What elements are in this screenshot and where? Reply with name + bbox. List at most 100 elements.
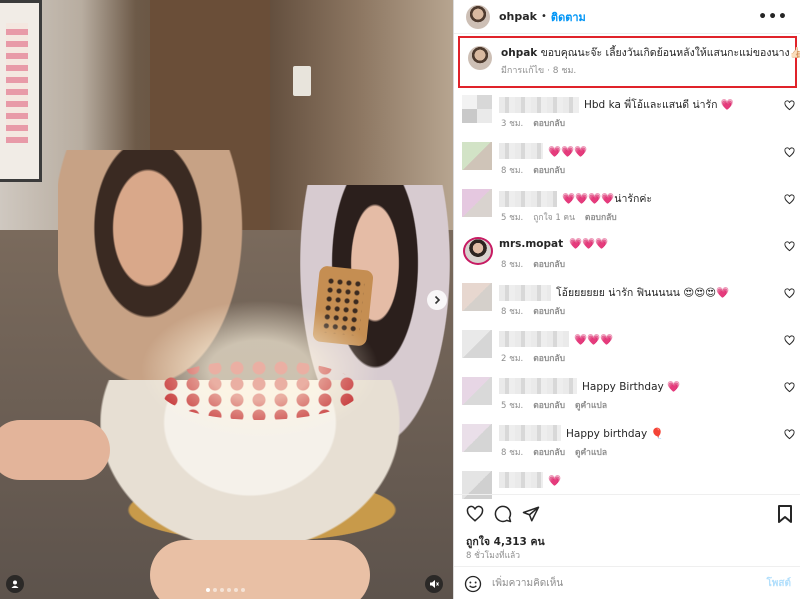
caption-edited: มีการแก้ไข [501,66,545,76]
reply-button[interactable]: ตอบกลับ [533,398,565,412]
comment-text-row: 💗💗💗 [499,331,613,347]
comment-like-icon[interactable] [784,194,795,205]
blurred-username[interactable] [499,472,543,488]
comment-avatar[interactable] [462,189,492,217]
comment-like-icon[interactable] [784,382,795,393]
comment-text: Happy birthday 🎈 [566,427,664,440]
share-icon[interactable] [522,505,540,523]
save-icon[interactable] [777,505,793,523]
comment-avatar[interactable] [462,142,492,170]
photo-hand-bottom [150,540,370,599]
comment-like-icon[interactable] [784,335,795,346]
comment-time: 8 ชม. [501,260,524,270]
blurred-username[interactable] [499,331,569,347]
reply-button[interactable]: ตอบกลับ [533,257,565,271]
comment-meta: 8 ชม. ตอบกลับ ดูคำแปล [501,445,607,459]
comment-username[interactable]: mrs.mopat [499,238,563,250]
comment-likes[interactable]: ถูกใจ 1 คน [533,210,575,224]
caption-username[interactable]: ohpak [501,47,537,59]
comment-like-icon[interactable] [784,429,795,440]
reply-button[interactable]: ตอบกลับ [585,210,617,224]
comment-meta: 5 ชม. ถูกใจ 1 คน ตอบกลับ [501,210,617,224]
comment-time: 5 ชม. [501,213,524,223]
blurred-username[interactable] [499,284,551,301]
reply-button[interactable]: ตอบกลับ [533,351,565,365]
reply-button[interactable]: ตอบกลับ [533,163,565,177]
comment-text: 💗💗💗💗น่ารักค่ะ [562,193,653,205]
photo-hand-left [0,420,110,480]
comment-text: Hbd ka พี่โอ้และแสนดี น่ารัก 💗 [584,99,734,111]
blurred-username[interactable] [499,378,577,394]
comment-time: 8 ชม. [501,166,524,176]
photo-switch [293,66,311,96]
user-tag-button[interactable] [6,575,24,593]
more-icon[interactable]: ••• [758,9,788,25]
post-time-ago: 8 ชั่วโมงที่แล้ว [466,551,521,561]
avatar[interactable] [466,4,490,29]
mute-icon [430,580,439,588]
comment-text-row: 💗 [499,472,561,488]
blurred-username[interactable] [499,143,543,159]
translate-button[interactable]: ดูคำแปล [575,398,607,412]
comment-icon[interactable] [494,505,512,523]
blurred-username[interactable] [499,96,579,113]
carousel-dot [227,588,231,592]
follow-button[interactable]: ติดตาม [551,8,586,26]
post-photo[interactable] [0,0,453,599]
add-comment-input[interactable]: เพิ่มความคิดเห็น [492,576,563,591]
post-comment-button[interactable]: โพสต์ [766,576,791,591]
comment-time: 2 ชม. [501,354,524,364]
photo-candle-glow [140,300,380,440]
post-side-panel: ohpak • ติดตาม ••• ohpak ขอบคุณนะจ๊ะ เลี… [453,0,800,599]
comment-like-icon[interactable] [784,100,795,111]
comment-time: 5 ชม. [501,401,524,411]
reply-button[interactable]: ตอบกลับ [533,304,565,318]
comment-text-row: Happy birthday 🎈 [499,425,664,441]
comment-time: 8 ชม. [501,448,524,458]
comment-item: Happy Birthday 💗 5 ชม. ตอบกลับ ดูคำแปล [454,374,800,421]
comment-text-row: 💗💗💗 [499,143,587,159]
comment-text-row: Happy Birthday 💗 [499,378,680,394]
comment-avatar[interactable] [462,330,492,358]
emoji-icon[interactable] [464,575,482,593]
photo-wall-frame [0,0,42,182]
comment-list[interactable]: Hbd ka พี่โอ้และแสนดี น่ารัก 💗 3 ชม. ตอบกล… [454,92,800,515]
comment-avatar[interactable] [462,95,492,123]
reply-button[interactable]: ตอบกลับ [533,116,565,130]
carousel-dot [234,588,238,592]
caption-block: ohpak ขอบคุณนะจ๊ะ เลี้ยงวันเกิดย้อนหลังใ… [458,36,800,88]
comment-text: โอ้ยยยยยย น่ารัก ฟินนนนน 😍😍😍💗 [556,287,730,299]
carousel-dot [241,588,245,592]
comment-item: 💗💗💗💗น่ารักค่ะ 5 ชม. ถูกใจ 1 คน ตอบกลับ [454,186,800,233]
carousel-indicator [206,588,245,592]
comment-item: mrs.mopat 💗💗💗 8 ชม. ตอบกลับ [454,233,800,280]
comment-meta: 5 ชม. ตอบกลับ ดูคำแปล [501,398,607,412]
heart-icon[interactable] [466,505,484,523]
blurred-username[interactable] [499,425,561,441]
add-comment-bar: เพิ่มความคิดเห็น โพสต์ [454,566,800,599]
carousel-dot [220,588,224,592]
comment-like-icon[interactable] [784,241,795,252]
comment-avatar[interactable] [463,237,493,265]
comment-meta: 3 ชม. ตอบกลับ [501,116,565,130]
next-slide-button[interactable] [427,290,447,310]
comment-text-row: โอ้ยยยยยย น่ารัก ฟินนนนน 😍😍😍💗 [499,284,729,301]
comment-avatar[interactable] [462,377,492,405]
comment-avatar[interactable] [462,424,492,452]
carousel-dot [213,588,217,592]
post-header: ohpak • ติดตาม ••• [454,0,800,34]
comment-meta: 2 ชม. ตอบกลับ [501,351,565,365]
separator-dot: • [541,11,547,22]
comment-time: 3 ชม. [501,119,524,129]
user-tag-icon [11,580,19,588]
comment-like-icon[interactable] [784,288,795,299]
comment-like-icon[interactable] [784,147,795,158]
blurred-username[interactable] [499,190,557,207]
reply-button[interactable]: ตอบกลับ [533,445,565,459]
comment-item: Happy birthday 🎈 8 ชม. ตอบกลับ ดูคำแปล [454,421,800,468]
post-username[interactable]: ohpak [499,10,537,23]
comment-avatar[interactable] [462,283,492,311]
translate-button[interactable]: ดูคำแปล [575,445,607,459]
mute-button[interactable] [425,575,443,593]
caption-avatar[interactable] [468,46,492,70]
